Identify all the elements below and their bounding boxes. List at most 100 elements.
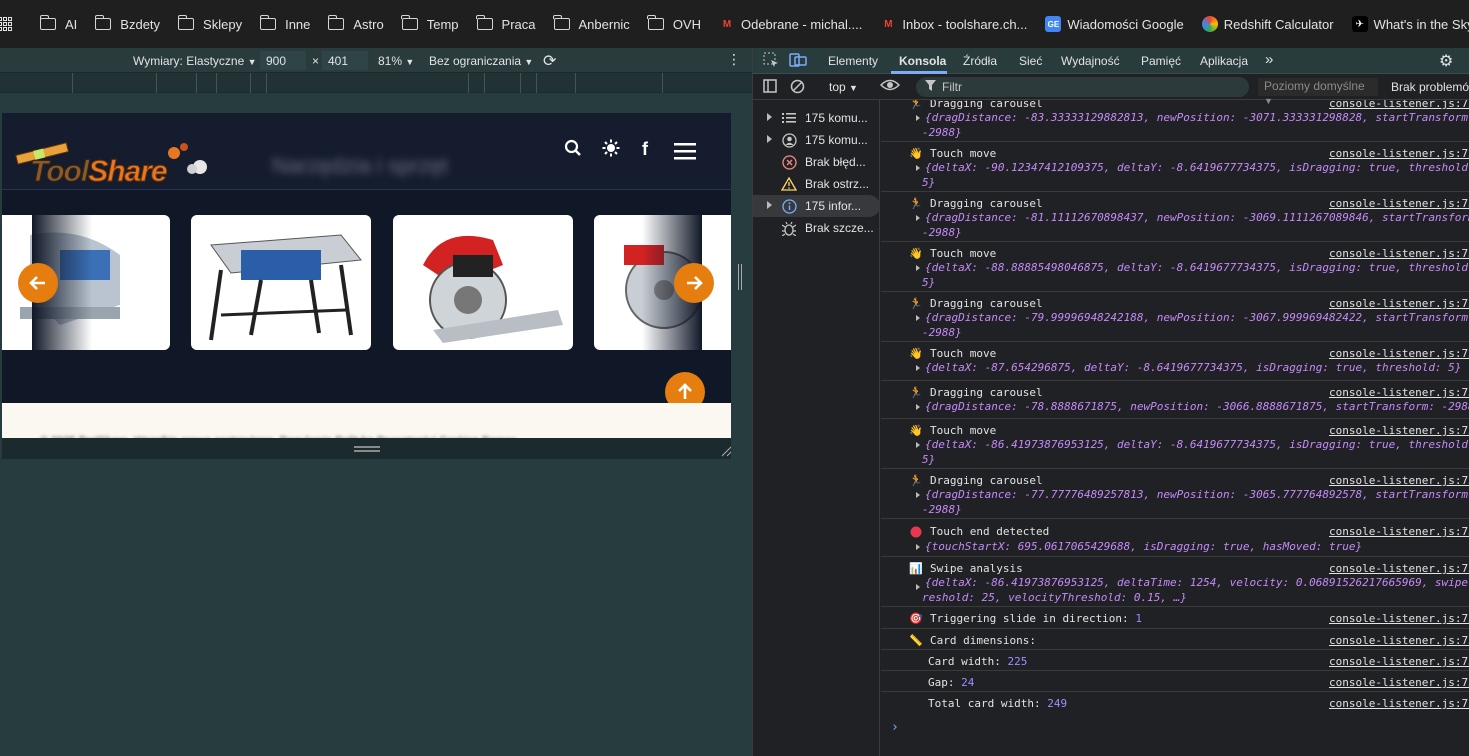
bookmark-praca[interactable]: Praca	[476, 15, 536, 32]
tab-application[interactable]: Aplikacja	[1200, 54, 1248, 68]
more-tabs-icon[interactable]: »	[1265, 51, 1273, 68]
console-source-link[interactable]: console-listener.js:73	[1329, 525, 1469, 538]
apps-grid-icon[interactable]	[0, 17, 12, 31]
console-entry[interactable]: 🏃 Dragging carousel console-listener.js:…	[881, 192, 1469, 242]
bookmark-temp[interactable]: Temp	[401, 15, 459, 32]
console-entry[interactable]: 👋 Touch move console-listener.js:73 {del…	[881, 342, 1469, 381]
console-entry[interactable]: 🏃 Dragging carousel console-listener.js:…	[881, 100, 1469, 142]
bookmark-gmail-odebrane[interactable]: M Odebrane - michal....	[719, 16, 863, 32]
issues-counter[interactable]: Brak problemów	[1391, 80, 1469, 94]
console-source-link[interactable]: console-listener.js:73	[1329, 612, 1469, 625]
console-entry[interactable]: Gap: 24 console-listener.js:73	[881, 671, 1469, 692]
tab-elements[interactable]: Elementy	[828, 54, 878, 68]
console-entry[interactable]: 📊 Swipe analysis console-listener.js:73 …	[881, 557, 1469, 607]
sidebar-item-info[interactable]: 175 infor...	[753, 195, 880, 217]
console-source-link[interactable]: console-listener.js:73	[1329, 655, 1469, 668]
console-source-link[interactable]: console-listener.js:73	[1329, 247, 1469, 260]
throttle-dropdown[interactable]: Bez ograniczania ▼	[429, 54, 533, 68]
context-selector[interactable]: top ▼	[829, 80, 858, 94]
carousel-next-button[interactable]	[674, 263, 714, 303]
console-source-link[interactable]: console-listener.js:73	[1329, 474, 1469, 487]
console-source-link[interactable]: console-listener.js:73	[1329, 197, 1469, 210]
inspect-element-icon[interactable]	[763, 52, 779, 71]
carousel-prev-button[interactable]	[18, 263, 58, 303]
console-entry[interactable]: Card width: 225 console-listener.js:73	[881, 650, 1469, 671]
device-toolbar-icon[interactable]	[789, 52, 807, 71]
bookmark-google-news[interactable]: GE Wiadomości Google	[1045, 16, 1184, 32]
expand-arrow-icon[interactable]	[916, 265, 920, 271]
console-source-link[interactable]: console-listener.js:73	[1329, 424, 1469, 437]
console-entry[interactable]: Total card width: 249 console-listener.j…	[881, 692, 1469, 714]
console-source-link[interactable]: console-listener.js:73	[1329, 386, 1469, 399]
console-entry[interactable]: Touch end detected console-listener.js:7…	[881, 519, 1469, 557]
console-filter-input[interactable]: Filtr	[916, 77, 1249, 97]
tab-performance[interactable]: Wydajność	[1061, 54, 1120, 68]
bookmark-inne[interactable]: Inne	[259, 15, 310, 32]
toggle-sidebar-icon[interactable]	[763, 79, 777, 96]
expand-arrow-icon[interactable]	[916, 492, 920, 498]
console-entry[interactable]: 👋 Touch move console-listener.js:73 {del…	[881, 142, 1469, 192]
console-entry[interactable]: 👋 Touch move console-listener.js:73 {del…	[881, 419, 1469, 469]
expand-arrow-icon[interactable]	[916, 215, 920, 221]
console-entry[interactable]: 🏃 Dragging carousel console-listener.js:…	[881, 292, 1469, 342]
facebook-icon[interactable]: f	[642, 139, 648, 160]
console-entry[interactable]: 🎯 Triggering slide in direction: 1 conso…	[881, 607, 1469, 629]
sidebar-item-warnings[interactable]: Brak ostrz...	[753, 173, 880, 195]
bookmark-gmail-inbox[interactable]: M Inbox - toolshare.ch...	[880, 16, 1027, 32]
expand-arrow-icon[interactable]	[916, 544, 920, 550]
clear-console-icon[interactable]	[790, 79, 805, 97]
console-source-link[interactable]: console-listener.js:73	[1329, 147, 1469, 160]
console-source-link[interactable]: console-listener.js:73	[1329, 100, 1469, 110]
width-resize-handle[interactable]	[738, 264, 742, 290]
height-input[interactable]: 401	[322, 51, 368, 70]
bookmark-ovh[interactable]: OVH	[647, 15, 701, 32]
console-source-link[interactable]: console-listener.js:73	[1329, 634, 1469, 647]
console-source-link[interactable]: console-listener.js:73	[1329, 697, 1469, 710]
dimensions-dropdown[interactable]: Wymiary: Elastyczne ▼	[133, 54, 257, 68]
bookmark-ai[interactable]: AI	[39, 15, 77, 32]
sidebar-item-user-messages[interactable]: 175 komu...	[753, 129, 880, 151]
console-source-link[interactable]: console-listener.js:73	[1329, 676, 1469, 689]
console-source-link[interactable]: console-listener.js:73	[1329, 347, 1469, 360]
settings-gear-icon[interactable]: ⚙	[1439, 51, 1453, 71]
carousel-card-circular-saw[interactable]	[393, 215, 573, 350]
zoom-dropdown[interactable]: 81% ▼	[378, 54, 414, 68]
console-entry[interactable]: 🏃 Dragging carousel console-listener.js:…	[881, 381, 1469, 419]
expand-arrow-icon[interactable]	[916, 315, 920, 321]
console-entry[interactable]: 👋 Touch move console-listener.js:73 {del…	[881, 242, 1469, 292]
bookmark-astro[interactable]: Astro	[327, 15, 384, 32]
rotate-icon[interactable]: ⟳	[543, 51, 556, 71]
tab-sources[interactable]: Źródła	[963, 54, 997, 68]
bookmark-redshift[interactable]: Redshift Calculator	[1201, 16, 1334, 32]
tab-memory[interactable]: Pamięć	[1141, 54, 1181, 68]
sidebar-item-messages[interactable]: 175 komu...	[753, 107, 880, 129]
search-icon[interactable]	[564, 139, 582, 162]
console-source-link[interactable]: console-listener.js:73	[1329, 297, 1469, 310]
expand-arrow-icon[interactable]	[916, 115, 920, 121]
tab-network[interactable]: Sieć	[1019, 54, 1042, 68]
console-source-link[interactable]: console-listener.js:73	[1329, 562, 1469, 575]
expand-arrow-icon[interactable]	[916, 404, 920, 410]
sidebar-item-errors[interactable]: Brak błęd...	[753, 151, 880, 173]
bookmark-anbernic[interactable]: Anbernic	[553, 15, 630, 32]
bookmark-sky[interactable]: ✈ What's in the Sky To...	[1351, 16, 1469, 32]
width-input[interactable]: 900	[260, 51, 306, 70]
sidebar-item-verbose[interactable]: Brak szcze...	[753, 217, 880, 239]
device-resize-bar[interactable]	[2, 438, 735, 459]
theme-toggle-icon[interactable]	[602, 139, 620, 162]
console-prompt-icon[interactable]: ›	[891, 720, 899, 735]
console-entry[interactable]: 📏 Card dimensions: console-listener.js:7…	[881, 629, 1469, 650]
console-entry[interactable]: 🏃 Dragging carousel console-listener.js:…	[881, 469, 1469, 519]
expand-arrow-icon[interactable]	[916, 165, 920, 171]
expand-arrow-icon[interactable]	[916, 584, 920, 590]
live-expression-eye-icon[interactable]	[879, 78, 901, 95]
expand-arrow-icon[interactable]	[916, 442, 920, 448]
tab-console[interactable]: Konsola	[899, 54, 946, 68]
hamburger-menu-icon[interactable]	[674, 142, 696, 165]
expand-arrow-icon[interactable]	[916, 365, 920, 371]
carousel-card-table-saw[interactable]	[191, 215, 371, 350]
toolshare-logo[interactable]: ToolShare	[14, 142, 214, 189]
product-carousel[interactable]	[2, 191, 731, 406]
log-levels-dropdown[interactable]: Poziomy domyślne ▼	[1258, 78, 1378, 106]
bookmark-bzdety[interactable]: Bzdety	[94, 15, 160, 32]
